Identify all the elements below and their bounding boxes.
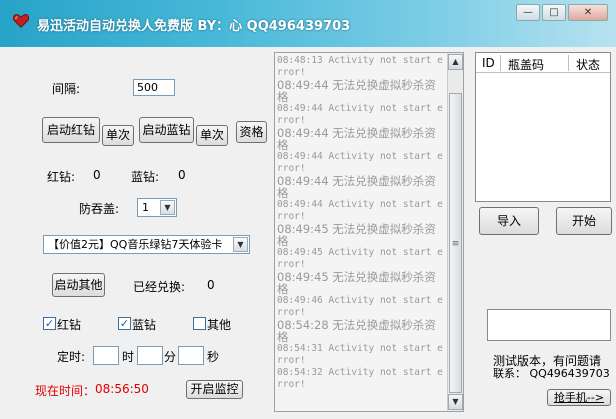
second-label: 秒 xyxy=(207,350,220,364)
col-status[interactable]: 状态 xyxy=(576,56,600,73)
monitor-button[interactable]: 开启监控 xyxy=(186,380,243,399)
anti-swallow-select[interactable]: 1 ▼ xyxy=(137,198,177,217)
code-table[interactable]: ID 瓶盖码 状态 xyxy=(475,52,611,202)
check-blue-label: 蓝钻 xyxy=(132,318,157,332)
log-line: 08:49:44 Activity not start error! xyxy=(277,199,443,222)
log-line: 08:49:44 Activity not start error! xyxy=(277,103,443,126)
check-red-checkbox[interactable]: ✓ xyxy=(43,317,56,330)
log-lines: 08:48:13 Activity not start error! 08:49:… xyxy=(277,55,445,391)
start-red-button[interactable]: 启动红钻 xyxy=(42,117,100,143)
product-select-value: 【价值2元】QQ音乐绿钻7天体验卡 xyxy=(48,238,223,251)
single-blue-button[interactable]: 单次 xyxy=(196,125,228,146)
start-button[interactable]: 开始 xyxy=(556,207,612,235)
blue-count-value: 0 xyxy=(178,168,186,182)
current-time-label: 现在时间： xyxy=(35,384,96,398)
log-scrollbar[interactable]: ▲ ≡ ▼ xyxy=(447,53,463,411)
timer-label: 定时: xyxy=(57,350,86,364)
minute-input[interactable] xyxy=(137,346,163,365)
scroll-down-icon[interactable]: ▼ xyxy=(448,394,463,410)
log-line: 08:54:31 Activity not start error! xyxy=(277,343,443,366)
log-line: 08:49:45 无法兑换虚拟秒杀资格 xyxy=(277,222,436,248)
log-line: 08:49:44 无法兑换虚拟秒杀资格 xyxy=(277,78,436,104)
notice-line2: 联系： QQ496439703 xyxy=(493,367,610,380)
minute-label: 分 xyxy=(164,350,177,364)
log-line: 08:49:45 无法兑换虚拟秒杀资格 xyxy=(277,270,436,296)
anti-swallow-value: 1 xyxy=(142,201,149,214)
log-line: 08:49:44 无法兑换虚拟秒杀资格 xyxy=(277,174,436,200)
heart-logo-icon xyxy=(12,14,30,28)
scroll-thumb[interactable]: ≡ xyxy=(449,93,462,393)
window-title: 易迅活动自动兑换人免费版 BY：心 QQ496439703 xyxy=(37,19,351,34)
hour-label: 时 xyxy=(122,350,135,364)
close-button[interactable]: ✕ xyxy=(568,4,608,21)
table-header: ID 瓶盖码 状态 xyxy=(476,53,610,73)
start-blue-button[interactable]: 启动蓝钻 xyxy=(139,117,194,143)
log-line: 08:49:44 Activity not start error! xyxy=(277,151,443,174)
log-line: 08:49:45 Activity not start error! xyxy=(277,247,443,270)
check-red-label: 红钻 xyxy=(57,318,82,332)
single-red-button[interactable]: 单次 xyxy=(102,125,134,146)
restore-button[interactable]: □ xyxy=(542,4,566,21)
col-code[interactable]: 瓶盖码 xyxy=(508,56,544,73)
minimize-button[interactable]: — xyxy=(516,4,540,21)
anti-swallow-label: 防吞盖: xyxy=(79,202,120,216)
scroll-up-icon[interactable]: ▲ xyxy=(448,54,463,70)
redeemed-label: 已经兑换: xyxy=(133,280,186,294)
grab-phone-button[interactable]: 抢手机--> xyxy=(547,389,611,406)
log-line: 08:54:28 无法兑换虚拟秒杀资格 xyxy=(277,318,436,344)
col-id[interactable]: ID xyxy=(482,56,495,70)
log-line: 08:48:13 Activity not start error! xyxy=(277,55,443,78)
blue-count-label: 蓝钻: xyxy=(131,170,160,184)
app-window: 易迅活动自动兑换人免费版 BY：心 QQ496439703 — □ ✕ 间隔: … xyxy=(0,0,616,419)
redeemed-value: 0 xyxy=(207,278,215,292)
import-button[interactable]: 导入 xyxy=(479,207,539,235)
chevron-down-icon[interactable]: ▼ xyxy=(160,200,175,215)
red-count-label: 红钻: xyxy=(47,170,76,184)
log-line: 08:49:44 无法兑换虚拟秒杀资格 xyxy=(277,126,436,152)
start-other-button[interactable]: 启动其他 xyxy=(52,273,105,297)
check-blue-checkbox[interactable]: ✓ xyxy=(118,317,131,330)
check-other-label: 其他 xyxy=(207,318,232,332)
chevron-down-icon[interactable]: ▼ xyxy=(233,237,248,252)
title-bar[interactable]: 易迅活动自动兑换人免费版 BY：心 QQ496439703 — □ ✕ xyxy=(0,0,616,47)
product-select[interactable]: 【价值2元】QQ音乐绿钻7天体验卡 ▼ xyxy=(43,235,250,254)
interval-label: 间隔: xyxy=(52,82,81,96)
check-other-checkbox[interactable] xyxy=(193,317,206,330)
qualify-button[interactable]: 资格 xyxy=(236,121,267,143)
red-count-value: 0 xyxy=(93,168,101,182)
interval-input[interactable]: 500 xyxy=(133,79,175,96)
log-line: 08:49:46 Activity not start error! xyxy=(277,295,443,318)
log-line: 08:54:32 Activity not start error! xyxy=(277,367,443,390)
log-panel[interactable]: 08:48:13 Activity not start error! 08:49:… xyxy=(274,52,464,412)
hour-input[interactable] xyxy=(93,346,119,365)
notes-textarea[interactable] xyxy=(487,309,611,341)
second-input[interactable] xyxy=(178,346,204,365)
current-time-value: 08:56:50 xyxy=(95,382,149,396)
